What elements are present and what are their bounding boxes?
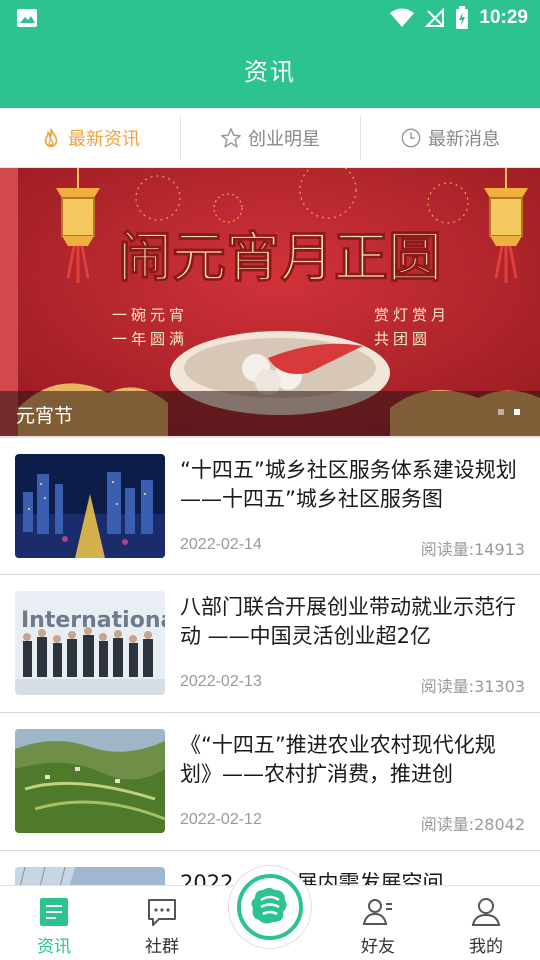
news-thumbnail-business-crowd: International <box>15 591 165 695</box>
tab-label: 创业明星 <box>248 128 320 150</box>
tab-latest-news[interactable]: 最新资讯 <box>0 108 180 167</box>
star-icon <box>221 127 241 147</box>
page-title: 资讯 <box>244 58 296 86</box>
list-item[interactable]: “十四五”城乡社区服务体系建设规划——十四五”城乡社区服务图 2022-02-1… <box>0 436 540 574</box>
news-read-count: 阅读量:14913 <box>420 540 525 559</box>
nav-community[interactable]: 社群 <box>108 886 216 960</box>
logo-icon <box>251 888 287 924</box>
carousel-dot[interactable] <box>498 409 504 415</box>
flame-icon <box>44 128 58 147</box>
nav-friends[interactable]: 好友 <box>324 886 432 960</box>
no-signal-icon <box>425 8 445 27</box>
nav-label: 社群 <box>145 937 179 957</box>
gallery-icon <box>17 9 37 27</box>
clock-icon <box>401 128 421 147</box>
news-date: 2022-02-13 <box>180 673 262 690</box>
news-thumbnail-countryside <box>15 729 165 833</box>
banner-line-left-1: 一碗元宵 <box>112 306 188 324</box>
tab-startup-stars[interactable]: 创业明星 <box>180 108 360 167</box>
list-item[interactable]: International 八部门联合开展创业带动就业示范行动 ——中国灵活创业… <box>0 574 540 712</box>
banner-line-right-2: 共团圆 <box>374 330 431 348</box>
chat-icon <box>148 899 176 926</box>
banner-carousel[interactable]: 闹元宵月正圆 一碗元宵 一年圆满 赏灯赏月 共团圆 元宵节 <box>0 168 540 436</box>
news-icon <box>40 898 68 926</box>
news-title: “十四五”城乡社区服务体系建设规划——十四五”城乡社区服务图 <box>180 458 517 511</box>
tab-label: 最新消息 <box>428 128 500 150</box>
contacts-icon <box>362 899 392 925</box>
tab-latest-messages[interactable]: 最新消息 <box>360 108 540 167</box>
nav-label: 好友 <box>361 937 395 957</box>
nav-label: 资讯 <box>37 937 71 957</box>
news-read-count: 阅读量:28042 <box>420 815 525 834</box>
nav-news[interactable]: 资讯 <box>0 886 108 960</box>
tab-label: 最新资讯 <box>68 128 140 150</box>
news-date: 2022-02-14 <box>180 536 262 553</box>
banner-line-right-1: 赏灯赏月 <box>374 306 450 324</box>
center-logo-button[interactable] <box>228 865 312 949</box>
news-thumbnail-city-night <box>15 454 165 558</box>
nav-profile[interactable]: 我的 <box>432 886 540 960</box>
news-read-count: 阅读量:31303 <box>420 677 525 696</box>
nav-label: 我的 <box>469 937 503 957</box>
status-time: 10:29 <box>479 7 528 28</box>
carousel-dot-active[interactable] <box>514 409 520 415</box>
banner-caption-bar: 元宵节 <box>0 391 540 436</box>
carousel-indicator <box>498 409 520 415</box>
logo-ring <box>237 874 303 940</box>
system-indicators: 10:29 <box>389 4 528 32</box>
banner-caption: 元宵节 <box>16 405 74 427</box>
banner-line-left-2: 一年圆满 <box>112 330 188 348</box>
page-header: 资讯 <box>0 36 540 108</box>
banner-headline: 闹元宵月正圆 <box>118 225 442 289</box>
category-tabs: 最新资讯 创业明星 最新消息 <box>0 108 540 168</box>
news-title: 《“十四五”推进农业农村现代化规划》——农村扩消费，推进创 <box>180 733 496 786</box>
profile-icon <box>471 898 501 926</box>
list-item[interactable]: 《“十四五”推进农业农村现代化规划》——农村扩消费，推进创 2022-02-12… <box>0 712 540 850</box>
wifi-icon <box>390 8 415 27</box>
news-date: 2022-02-12 <box>180 811 262 828</box>
news-title: 八部门联合开展创业带动就业示范行动 ——中国灵活创业超2亿 <box>180 595 516 648</box>
status-bar: 10:29 <box>0 0 540 36</box>
battery-charging-icon <box>456 6 469 29</box>
